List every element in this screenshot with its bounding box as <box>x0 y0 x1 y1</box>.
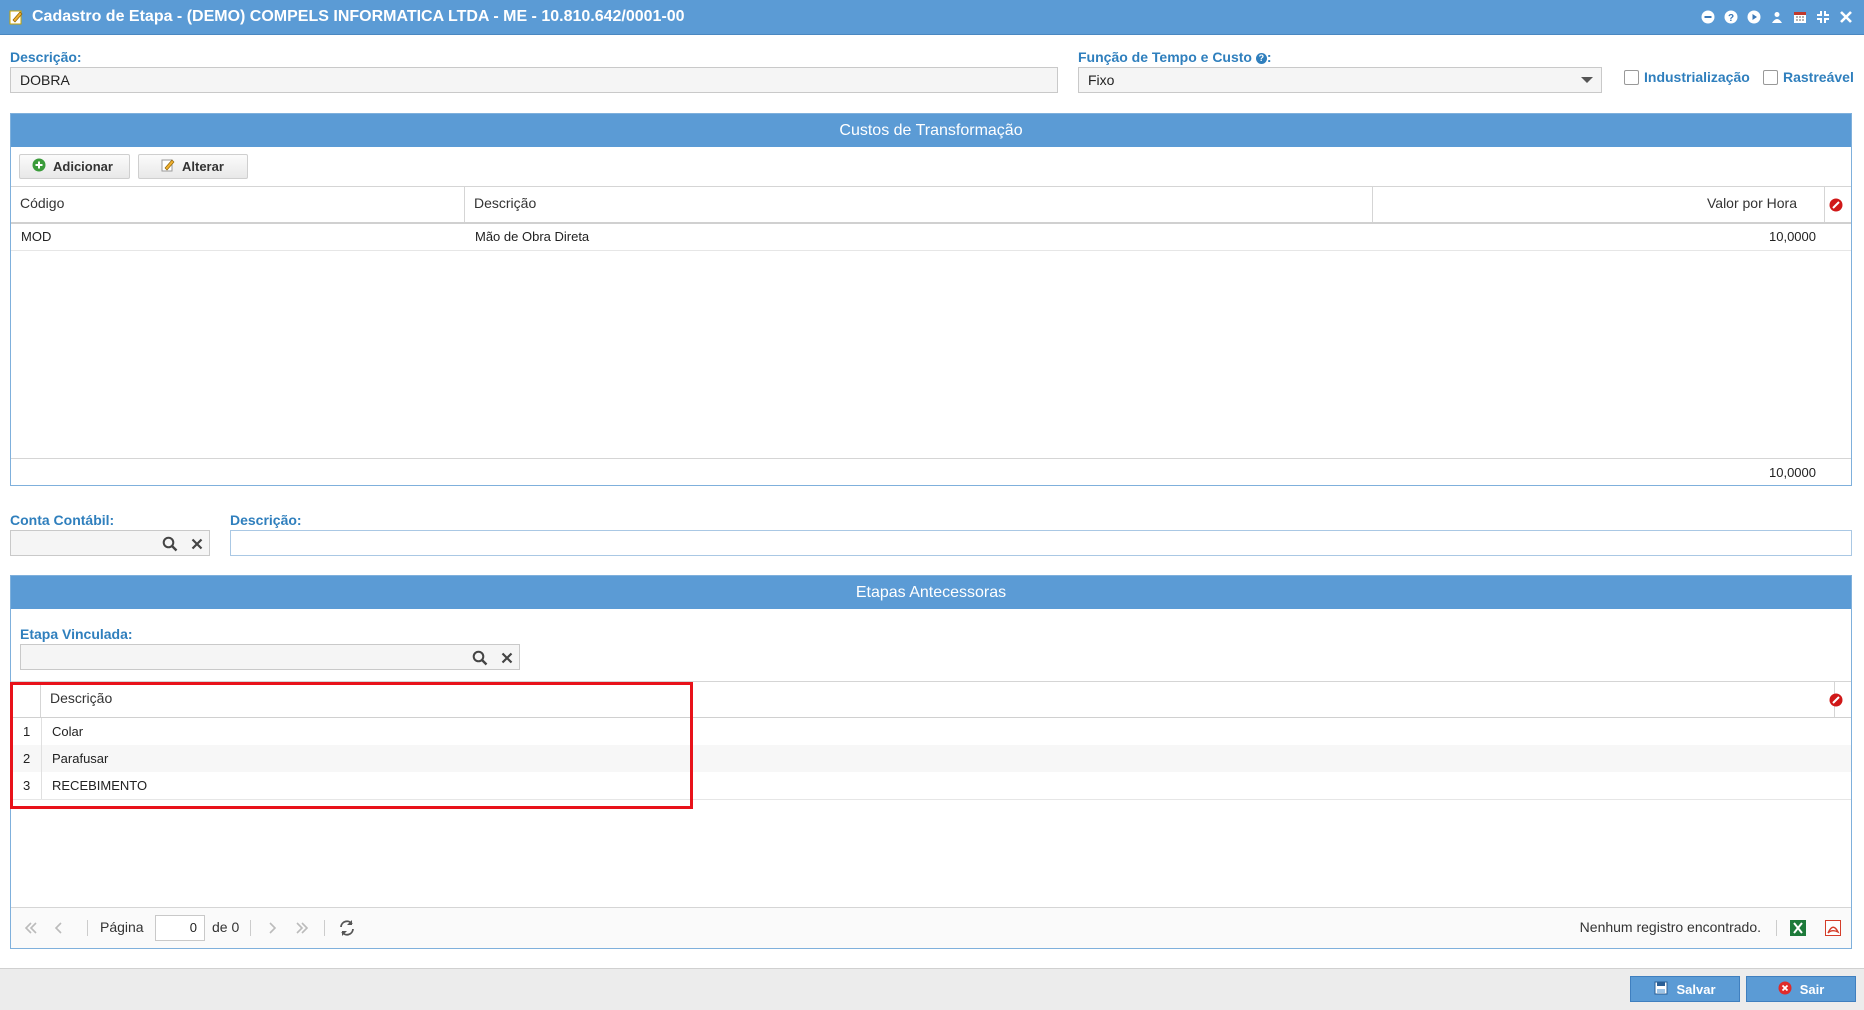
pager-divider <box>324 920 325 936</box>
save-icon <box>1654 981 1668 998</box>
excel-export-icon[interactable] <box>1790 920 1806 936</box>
custos-grid-header: Código Descrição Valor por Hora <box>11 186 1851 224</box>
previous-page-icon[interactable] <box>51 920 67 936</box>
conta-contabil-label: Conta Contábil: <box>10 512 115 528</box>
custos-total-row: 10,0000 <box>11 458 1851 487</box>
descricao-input[interactable]: DOBRA <box>10 67 1058 93</box>
clear-icon[interactable] <box>498 649 515 666</box>
pager: Página 0 de 0 Nenhum registro encontrado… <box>11 907 1851 948</box>
alterar-label: Alterar <box>182 159 224 174</box>
industrializacao-checkbox[interactable] <box>1624 70 1639 85</box>
add-icon <box>32 158 46 175</box>
clear-filter-icon[interactable] <box>1829 198 1843 212</box>
next-page-icon[interactable] <box>264 920 280 936</box>
page-number-input[interactable]: 0 <box>155 915 205 941</box>
custos-panel-title: Custos de Transformação <box>11 114 1851 147</box>
minimize-icon[interactable] <box>1700 9 1716 25</box>
clear-icon[interactable] <box>188 535 205 552</box>
etapa-vinculada-input[interactable] <box>20 644 520 670</box>
edit-icon <box>161 158 175 175</box>
cell-descricao: Mão de Obra Direta <box>475 229 590 244</box>
conta-descricao-input[interactable] <box>230 530 1852 556</box>
page-label: Página <box>100 919 144 935</box>
help-icon[interactable]: ? <box>1255 53 1267 64</box>
adicionar-button[interactable]: Adicionar <box>19 154 130 179</box>
footer-bar: Salvar Sair <box>0 968 1864 1010</box>
title-bar: Cadastro de Etapa - (DEMO) COMPELS INFOR… <box>0 0 1864 35</box>
custos-panel: Custos de Transformação Adicionar Altera… <box>10 113 1852 486</box>
salvar-label: Salvar <box>1676 981 1716 997</box>
industrializacao-label: Industrialização <box>1644 69 1750 85</box>
calendar-icon[interactable] <box>1792 9 1808 25</box>
exit-icon <box>1778 981 1792 998</box>
pager-divider <box>250 920 251 936</box>
etapa-vinculada-label: Etapa Vinculada: <box>20 626 133 642</box>
refresh-icon[interactable] <box>338 919 356 937</box>
alterar-button[interactable]: Alterar <box>138 154 248 179</box>
funcao-select-value: Fixo <box>1088 72 1115 88</box>
custos-total: 10,0000 <box>1769 465 1816 480</box>
cell-valor: 10,0000 <box>1769 229 1816 244</box>
col-codigo[interactable]: Código <box>11 187 465 222</box>
restore-icon[interactable] <box>1815 9 1831 25</box>
highlight-box <box>10 682 693 809</box>
window: Cadastro de Etapa - (DEMO) COMPELS INFOR… <box>0 0 1864 1010</box>
col-valor-hora[interactable]: Valor por Hora <box>1373 187 1825 222</box>
conta-descricao-label: Descrição: <box>230 512 302 528</box>
pager-divider <box>87 920 88 936</box>
search-icon[interactable] <box>471 649 488 666</box>
etapas-panel-title: Etapas Antecessoras <box>11 576 1851 609</box>
cell-codigo: MOD <box>21 229 52 244</box>
pager-divider <box>1776 920 1777 936</box>
adicionar-label: Adicionar <box>53 159 113 174</box>
funcao-select[interactable]: Fixo <box>1078 67 1602 93</box>
user-icon[interactable] <box>1769 9 1785 25</box>
play-icon[interactable] <box>1746 9 1762 25</box>
funcao-label: Função de Tempo e Custo ?: <box>1078 49 1272 65</box>
rastreavel-label: Rastreável <box>1783 69 1854 85</box>
first-page-icon[interactable] <box>23 920 39 936</box>
page-count: de 0 <box>212 919 240 935</box>
edit-form-icon <box>8 9 24 25</box>
col-descricao[interactable]: Descrição <box>465 187 1373 222</box>
sair-label: Sair <box>1799 981 1825 997</box>
help-icon[interactable]: ? <box>1723 9 1739 25</box>
chevron-down-icon <box>1581 77 1593 83</box>
sair-button[interactable]: Sair <box>1746 976 1856 1002</box>
pager-status: Nenhum registro encontrado. <box>1579 919 1761 935</box>
svg-text:?: ? <box>1728 13 1734 24</box>
table-row[interactable]: MOD Mão de Obra Direta 10,0000 <box>11 223 1851 251</box>
conta-contabil-input[interactable] <box>10 530 210 556</box>
clear-filter-icon[interactable] <box>1829 693 1843 707</box>
rastreavel-checkbox[interactable] <box>1763 70 1778 85</box>
search-icon[interactable] <box>161 535 178 552</box>
window-title: Cadastro de Etapa - (DEMO) COMPELS INFOR… <box>32 8 685 25</box>
pdf-export-icon[interactable] <box>1825 920 1841 936</box>
last-page-icon[interactable] <box>294 920 310 936</box>
salvar-button[interactable]: Salvar <box>1630 976 1740 1002</box>
descricao-label: Descrição: <box>10 49 82 65</box>
close-icon[interactable] <box>1838 9 1854 25</box>
